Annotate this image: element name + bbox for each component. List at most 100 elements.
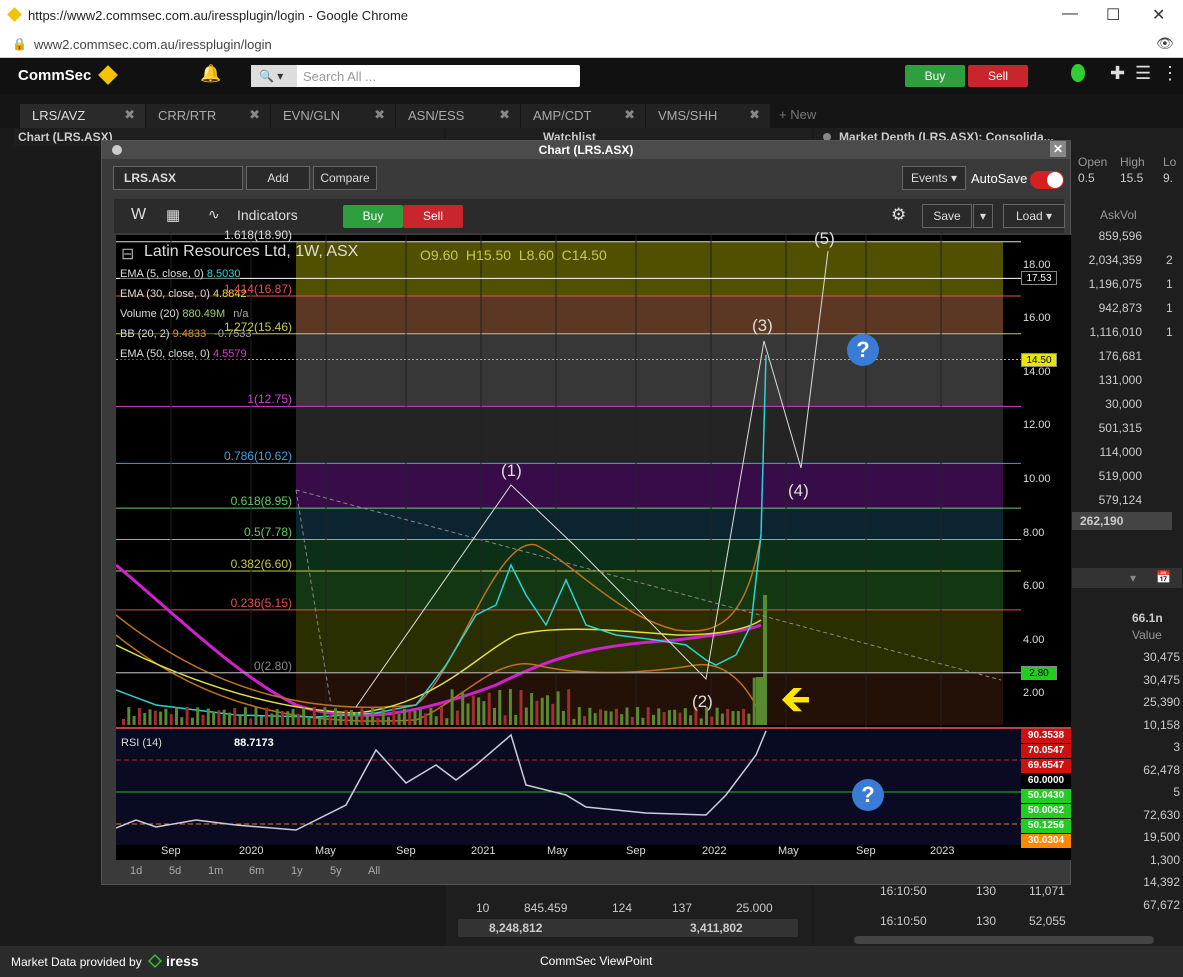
tab-label: CRR/RTR [158,108,217,123]
range-1d[interactable]: 1d [130,865,142,877]
chevron-down-icon[interactable]: ▾ [1130,571,1136,585]
commsec-diamond-icon [98,65,118,85]
symbol-input[interactable]: LRS.ASX [113,166,243,190]
header-sell-button[interactable]: Sell [968,65,1028,87]
askvol-cell: 2,034,359 [1088,253,1142,267]
close-icon[interactable]: ✕ [1152,5,1165,25]
search-input[interactable]: Search All ... [303,69,376,84]
bell-icon[interactable]: 🔔 [200,64,221,84]
chart-buy-button[interactable]: Buy [343,205,403,228]
range-all[interactable]: All [368,865,380,877]
save-menu-chevron-icon[interactable]: ▾ [973,204,993,228]
tab-amp-cdt[interactable]: AMP/CDT ✖ [521,104,645,128]
chart-sell-button[interactable]: Sell [403,205,463,228]
askvol-cell: 176,681 [1098,349,1142,363]
address-bar[interactable]: 🔒 www2.commsec.com.au/iressplugin/login … [0,32,1183,58]
new-tab-button[interactable]: + New [779,107,816,122]
indicators-icon[interactable]: ∿ [208,206,220,223]
autosave-toggle[interactable] [1030,171,1064,189]
trades-filter[interactable]: ▾ 📅 [1072,568,1182,588]
minimize-icon[interactable]: — [1062,5,1078,23]
window-title: https://www2.commsec.com.au/iressplugin/… [28,8,409,23]
wave-label: (3) [752,316,773,335]
close-tab-icon[interactable]: ✖ [749,107,760,123]
close-tab-icon[interactable]: ✖ [624,107,635,123]
iress-brand: iress [166,953,199,969]
modal-title-text: Chart (LRS.ASX) [538,143,634,157]
range-1m[interactable]: 1m [208,865,223,877]
wave-label: (4) [788,481,809,500]
range-5d[interactable]: 5d [169,865,181,877]
tab-lrs-avz[interactable]: LRS/AVZ ✖ [20,104,145,128]
trade-value-cell: 67,672 [1143,897,1180,912]
settings-icon[interactable]: ⚙ [891,205,906,225]
search-icon[interactable]: 🔍 ▾ [251,65,297,87]
askvol-cell: 131,000 [1098,373,1142,387]
app-header: CommSec 🔔 🔍 ▾ Search All ... Buy Sell ✚ … [0,58,1183,94]
rsi-badge: 50.0062 [1021,804,1071,818]
save-button[interactable]: Save [922,204,972,228]
period-selector[interactable]: W [131,206,146,224]
range-6m[interactable]: 6m [249,865,264,877]
help-icon[interactable]: ? [852,779,884,811]
horizontal-scrollbar[interactable] [854,936,1154,944]
range-1y[interactable]: 1y [291,865,303,877]
modal-close-icon[interactable]: ✕ [1050,141,1066,157]
maximize-icon[interactable]: ☐ [1106,5,1120,25]
close-tab-icon[interactable]: ✖ [249,107,260,123]
range-selector: 1d 5d 1m 6m 1y 5y All [116,861,516,881]
compare-button[interactable]: Compare [313,166,377,190]
watchlist-row: 10 845.459 124 137 25.000 [458,895,808,915]
add-button[interactable]: Add [246,166,310,190]
wave-label: (5) [814,229,835,248]
collapse-legend-icon[interactable]: ⊟ [121,244,134,264]
depth-value: 9. [1163,171,1174,185]
more-icon[interactable]: ⋮ [1161,63,1179,84]
rsi-badge: 90.3538 [1021,729,1071,743]
commsec-logo[interactable]: CommSec [18,67,91,84]
trade-value-cell: 10,158 [1143,717,1180,732]
menu-icon[interactable]: ☰ [1135,63,1151,84]
range-5y[interactable]: 5y [330,865,342,877]
askvol-cell: 579,124 [1098,493,1142,507]
close-tab-icon[interactable]: ✖ [499,107,510,123]
tab-label: ASN/ESS [408,108,465,123]
eye-icon[interactable]: 👁 [1156,35,1174,52]
load-dropdown[interactable]: Load ▾ [1003,204,1065,228]
wave-labels: (1) (2) (3) (4) (5) [116,229,1071,725]
trade-value-cell: 72,630 [1143,807,1180,822]
events-dropdown[interactable]: Events ▾ [902,166,966,190]
askvol-cell: 942,873 [1098,301,1142,315]
price-tick: 10.00 [1023,473,1051,485]
url-text[interactable]: www2.commsec.com.au/iressplugin/login [34,37,272,52]
tab-label: VMS/SHH [658,108,718,123]
price-badge: 17.53 [1021,271,1057,286]
tab-asn-ess[interactable]: ASN/ESS ✖ [396,104,520,128]
price-tick: 6.00 [1023,580,1045,593]
depth-header: Lo [1163,155,1177,169]
close-tab-icon[interactable]: ✖ [374,107,385,123]
tab-evn-gln[interactable]: EVN/GLN ✖ [271,104,395,128]
askvol-cell: 114,000 [1099,445,1143,459]
indicators-button[interactable]: Indicators [237,207,298,223]
header-buy-button[interactable]: Buy [905,65,965,87]
chart-area[interactable]: EMA (5, close, 0) 8.5030 EMA (30, close, … [116,228,1071,860]
iress-logo-icon [148,954,162,968]
time-tick: 2023 [930,845,955,857]
close-tab-icon[interactable]: ✖ [124,107,135,123]
tab-crr-rtr[interactable]: CRR/RTR ✖ [146,104,270,128]
help-icon[interactable]: ? [847,334,879,366]
lightbulb-icon[interactable] [1071,64,1085,82]
watch-cell: 137 [672,901,693,915]
search-box[interactable]: 🔍 ▾ Search All ... [251,65,580,87]
calendar-icon[interactable]: 📅 [1156,570,1171,584]
add-icon[interactable]: ✚ [1110,63,1125,84]
tab-label: AMP/CDT [533,108,592,123]
tab-vms-shh[interactable]: VMS/SHH ✖ [646,104,770,128]
tab-label: EVN/GLN [283,108,341,123]
depth-total: 262,190 [1080,514,1124,528]
time-tick: Sep [856,845,876,857]
chart-modal: Chart (LRS.ASX) ✕ LRS.ASX Add Compare Ev… [101,140,1071,885]
candlestick-icon[interactable]: ▦ [166,206,180,224]
time-tick: May [315,845,336,857]
